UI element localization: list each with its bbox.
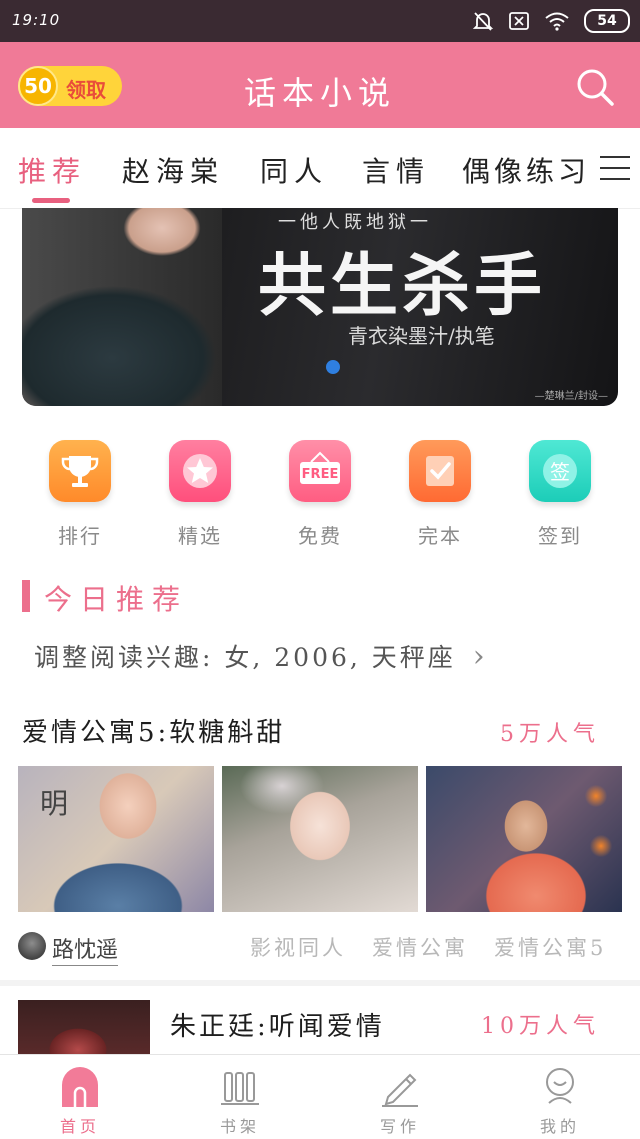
trophy-icon — [49, 440, 111, 502]
selected-label: 精选 — [178, 524, 222, 548]
search-icon[interactable] — [574, 66, 616, 108]
bottom-nav: 首页 书架 写作 我的 — [0, 1054, 640, 1139]
svg-text:FREE: FREE — [302, 467, 339, 482]
star-icon — [169, 440, 231, 502]
pencil-icon — [382, 1073, 418, 1107]
book-thumbnail[interactable]: 明 — [18, 766, 214, 912]
nav-home-label: 首页 — [59, 1117, 100, 1136]
book-cover[interactable] — [18, 1000, 150, 1056]
banner-author: 青衣染墨汁/执笔 — [348, 324, 495, 348]
divider — [0, 980, 640, 986]
avatar[interactable] — [18, 932, 46, 960]
mute-bell-icon — [472, 12, 494, 31]
status-icons: 54 — [472, 9, 630, 33]
banner-credit: —楚琳兰/封设— — [534, 391, 608, 402]
free-button[interactable]: FREE 免费 — [288, 440, 352, 549]
ranking-button[interactable]: 排行 — [48, 440, 112, 549]
tag[interactable]: 影视同人 — [250, 932, 346, 962]
tag[interactable]: 爱情公寓5 — [494, 932, 606, 962]
book-popularity: 5万人气 — [500, 722, 600, 747]
tag[interactable]: 爱情公寓 — [372, 932, 468, 962]
section-title: 今日推荐 — [44, 583, 189, 616]
free-label: 免费 — [298, 524, 342, 548]
author-name[interactable]: 路忱遥 — [52, 932, 119, 966]
status-bar: 19:10 54 — [0, 0, 640, 42]
nav-profile[interactable]: 我的 — [505, 1055, 615, 1139]
book-tags: 影视同人 爱情公寓 爱情公寓5 — [250, 932, 606, 962]
section-marker — [22, 580, 30, 612]
nav-write-label: 写作 — [379, 1117, 420, 1136]
category-tabs: 推荐 赵海棠 同人 言情 偶像练习 — [0, 128, 640, 209]
bookshelf-icon — [221, 1072, 259, 1105]
thumbnail-text: 明 — [40, 787, 69, 820]
nav-profile-label: 我的 — [539, 1117, 580, 1136]
battery-icon: 54 — [584, 9, 630, 33]
tab-zhao-haitang[interactable]: 赵海棠 — [122, 150, 224, 190]
sign-in-label: 签到 — [538, 524, 582, 548]
app-header: 50 领取 话本小说 — [0, 42, 640, 128]
book-thumbnail[interactable] — [222, 766, 418, 912]
tab-fan-fiction[interactable]: 同人 — [260, 150, 328, 190]
close-box-icon — [509, 12, 529, 30]
banner-title: 共生杀手 — [258, 246, 547, 326]
book-meta-row: 路忱遥 影视同人 爱情公寓 爱情公寓5 — [18, 930, 638, 966]
featured-banner[interactable]: 一他人既地狱一 共生杀手 青衣染墨汁/执笔 —楚琳兰/封设— — [22, 208, 618, 406]
wifi-icon — [545, 12, 569, 31]
completed-button[interactable]: 完本 — [408, 440, 472, 549]
tab-romance[interactable]: 言情 — [362, 150, 430, 190]
status-time: 19:10 — [12, 11, 61, 29]
book-title[interactable]: 朱正廷:听闻爱情 — [170, 1006, 385, 1043]
tab-recommend[interactable]: 推荐 — [18, 150, 86, 190]
checkbox-icon — [409, 440, 471, 502]
nav-bookshelf[interactable]: 书架 — [185, 1055, 295, 1139]
interest-text: 调整阅读兴趣: 女, 2006, 天秤座 — [34, 643, 456, 672]
profile-icon — [546, 1068, 574, 1104]
ranking-label: 排行 — [58, 524, 102, 548]
completed-label: 完本 — [418, 524, 462, 548]
active-tab-indicator — [32, 198, 70, 203]
banner-image — [22, 208, 222, 406]
free-tag-icon: FREE — [289, 440, 351, 502]
nav-bookshelf-label: 书架 — [219, 1117, 260, 1136]
nav-home[interactable]: 首页 — [25, 1055, 135, 1139]
sign-in-button[interactable]: 签 签到 — [528, 440, 592, 549]
adjust-interest-link[interactable]: 调整阅读兴趣: 女, 2006, 天秤座 › — [34, 638, 488, 674]
book-title[interactable]: 爱情公寓5:软糖斛甜 — [22, 712, 285, 749]
book-popularity: 10万人气 — [481, 1014, 600, 1039]
sign-in-icon: 签 — [529, 440, 591, 502]
app-title: 话本小说 — [243, 74, 396, 112]
book-thumbnail[interactable] — [426, 766, 622, 912]
chevron-right-icon: › — [472, 639, 488, 674]
svg-text:签: 签 — [550, 460, 570, 484]
home-icon — [62, 1067, 98, 1107]
menu-icon[interactable] — [600, 156, 630, 180]
tab-idol-trainee[interactable]: 偶像练习 — [462, 150, 590, 190]
selected-button[interactable]: 精选 — [168, 440, 232, 549]
nav-write[interactable]: 写作 — [345, 1055, 455, 1139]
carousel-indicator — [326, 360, 340, 374]
